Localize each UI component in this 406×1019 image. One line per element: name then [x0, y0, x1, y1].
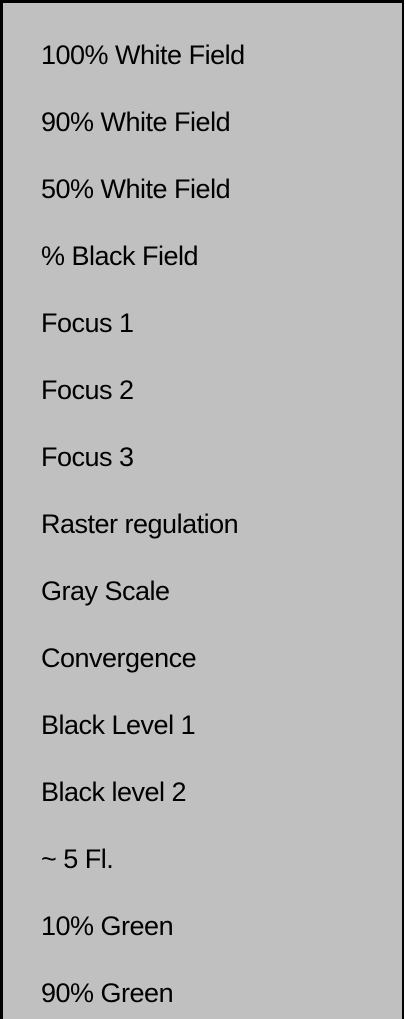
menu-list: 100% White Field 90% White Field 50% Whi…: [3, 22, 402, 1019]
menu-item-raster-regulation[interactable]: Raster regulation: [3, 491, 402, 558]
menu-item-100-white-field[interactable]: 100% White Field: [3, 22, 402, 89]
menu-item-5-fl[interactable]: ~ 5 Fl.: [3, 826, 402, 893]
menu-item-black-field[interactable]: % Black Field: [3, 223, 402, 290]
menu-item-focus-2[interactable]: Focus 2: [3, 357, 402, 424]
menu-item-gray-scale[interactable]: Gray Scale: [3, 558, 402, 625]
test-pattern-menu: 100% White Field 90% White Field 50% Whi…: [0, 0, 404, 1019]
menu-item-50-white-field[interactable]: 50% White Field: [3, 156, 402, 223]
menu-item-90-green[interactable]: 90% Green: [3, 960, 402, 1019]
menu-item-90-white-field[interactable]: 90% White Field: [3, 89, 402, 156]
menu-item-black-level-1[interactable]: Black Level 1: [3, 692, 402, 759]
menu-item-black-level-2[interactable]: Black level 2: [3, 759, 402, 826]
menu-item-focus-3[interactable]: Focus 3: [3, 424, 402, 491]
menu-item-10-green[interactable]: 10% Green: [3, 893, 402, 960]
menu-item-focus-1[interactable]: Focus 1: [3, 290, 402, 357]
menu-item-convergence[interactable]: Convergence: [3, 625, 402, 692]
